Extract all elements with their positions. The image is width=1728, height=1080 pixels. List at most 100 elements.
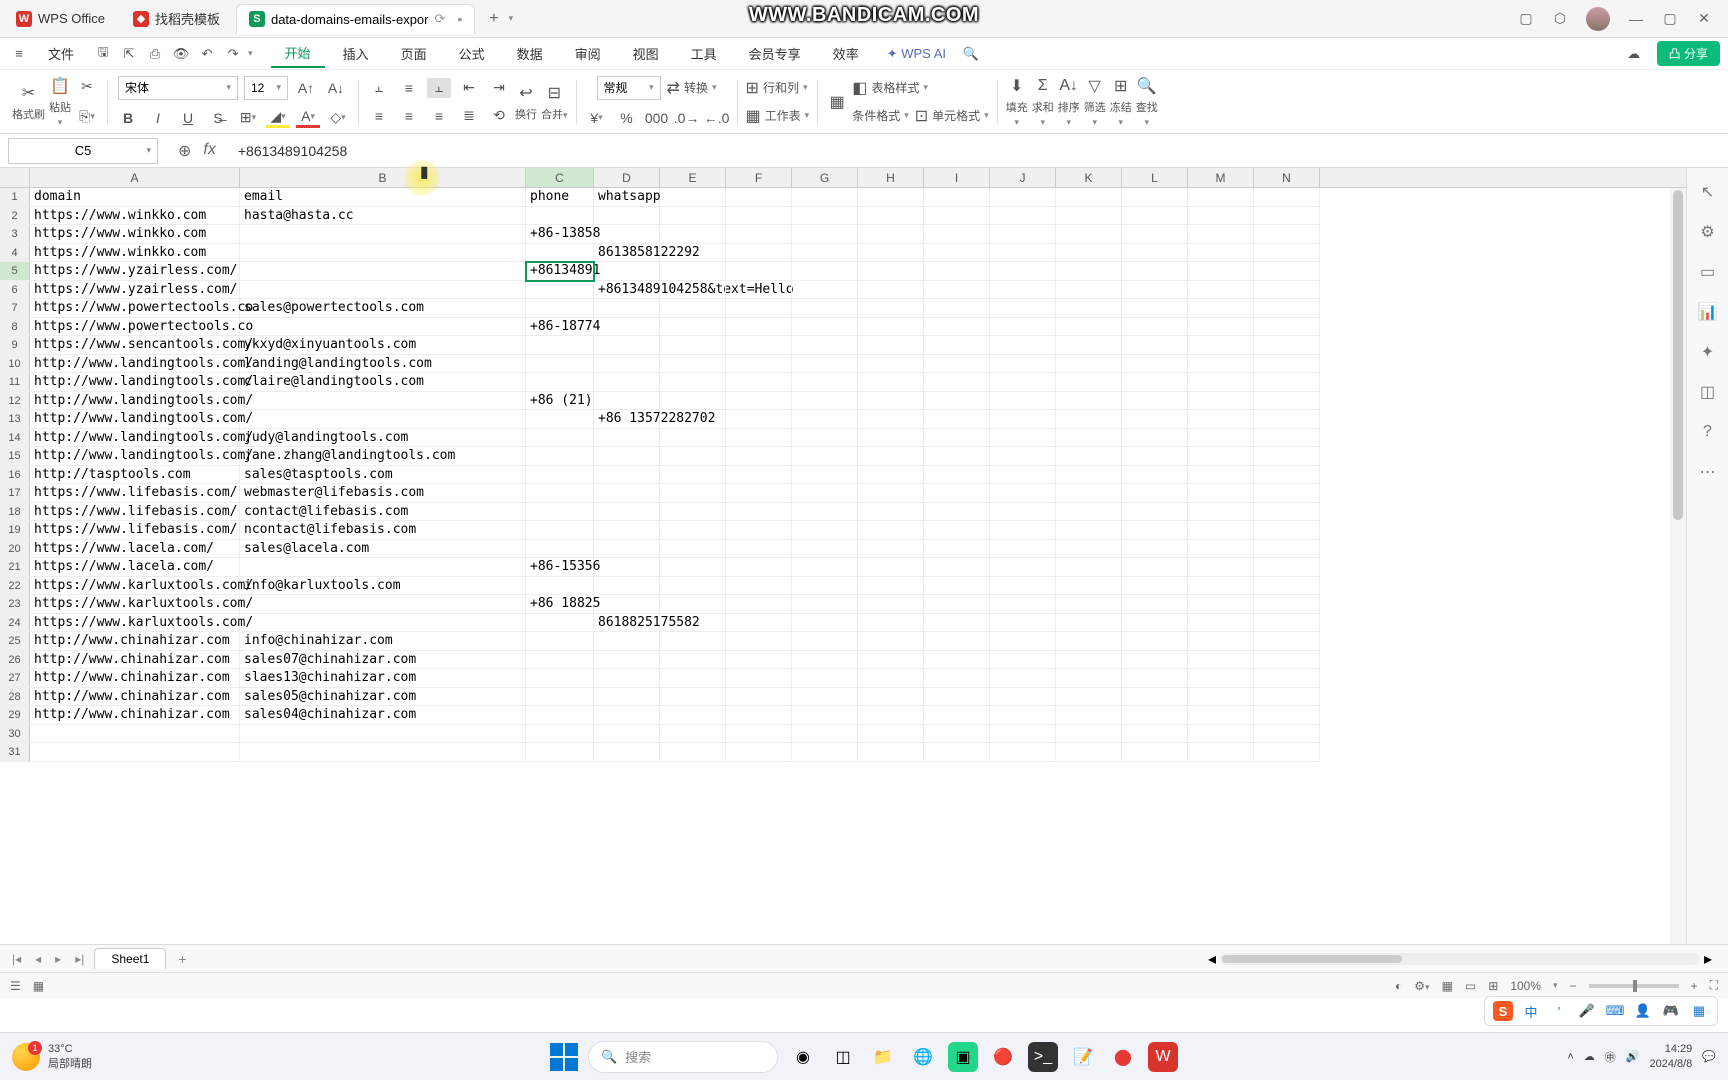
cell-L16[interactable] [1122,466,1188,485]
cell-E19[interactable] [660,521,726,540]
cell-F17[interactable] [726,484,792,503]
chart-panel-icon[interactable]: 📊 [1698,302,1718,322]
cell-D10[interactable] [594,355,660,374]
cell-H28[interactable] [858,688,924,707]
cell-format-button[interactable]: ⊡单元格式▾ [915,106,989,126]
column-header-F[interactable]: F [726,168,792,187]
cell-F23[interactable] [726,595,792,614]
cell-K27[interactable] [1056,669,1122,688]
cell-A12[interactable]: http://www.landingtools.com/ [30,392,240,411]
cell-F9[interactable] [726,336,792,355]
row-header[interactable]: 23 [0,595,30,614]
cell-F21[interactable] [726,558,792,577]
cell-B2[interactable]: hasta@hasta.cc [240,207,526,226]
cell-J6[interactable] [990,281,1056,300]
cell-J20[interactable] [990,540,1056,559]
cell-I22[interactable] [924,577,990,596]
cell-I28[interactable] [924,688,990,707]
cell-L9[interactable] [1122,336,1188,355]
ime-voice-icon[interactable]: 🎤 [1577,1001,1597,1021]
column-header-A[interactable]: A [30,168,240,187]
cell-J24[interactable] [990,614,1056,633]
pycharm-icon[interactable]: ▣ [948,1042,978,1072]
cell-N20[interactable] [1254,540,1320,559]
menu-member[interactable]: 会员专享 [735,40,815,67]
row-header[interactable]: 15 [0,447,30,466]
cell-H6[interactable] [858,281,924,300]
cell-J27[interactable] [990,669,1056,688]
cell-B11[interactable]: claire@landingtools.com [240,373,526,392]
cell-N7[interactable] [1254,299,1320,318]
freeze-button[interactable]: ⊞冻结▾ [1110,75,1132,128]
cell-J21[interactable] [990,558,1056,577]
cell-D31[interactable] [594,743,660,762]
cell-A10[interactable]: http://www.landingtools.com/ [30,355,240,374]
cell-A25[interactable]: http://www.chinahizar.com [30,632,240,651]
row-header[interactable]: 2 [0,207,30,226]
cell-B28[interactable]: sales05@chinahizar.com [240,688,526,707]
cell-A3[interactable]: https://www.winkko.com [30,225,240,244]
cell-H4[interactable] [858,244,924,263]
cell-F6[interactable] [726,281,792,300]
settings-icon[interactable]: ⚙▾ [1414,979,1429,993]
font-color-icon[interactable]: A▾ [296,108,320,128]
tray-chevron-icon[interactable]: ˄ [1567,1051,1573,1063]
cell-F5[interactable] [726,262,792,281]
cell-G26[interactable] [792,651,858,670]
help-icon[interactable]: ? [1698,422,1718,442]
cell-C29[interactable] [526,706,594,725]
cell-N5[interactable] [1254,262,1320,281]
sheet-last-icon[interactable]: ▸| [71,952,88,966]
table-style-button[interactable]: ◧表格样式▾ [852,78,928,98]
cell-C3[interactable]: +86-13858 [526,225,594,244]
cell-H3[interactable] [858,225,924,244]
cell-E27[interactable] [660,669,726,688]
sum-button[interactable]: Σ求和▾ [1032,75,1054,128]
cell-N19[interactable] [1254,521,1320,540]
cell-B23[interactable] [240,595,526,614]
cell-D11[interactable] [594,373,660,392]
cell-A5[interactable]: https://www.yzairless.com/ [30,262,240,281]
cell-K3[interactable] [1056,225,1122,244]
cell-B15[interactable]: jane.zhang@landingtools.com [240,447,526,466]
zoom-out-icon[interactable]: − [1570,979,1577,993]
cell-A18[interactable]: https://www.lifebasis.com/ [30,503,240,522]
cell-H7[interactable] [858,299,924,318]
cell-G29[interactable] [792,706,858,725]
worksheet-button[interactable]: ▦工作表▾ [746,106,810,126]
cell-H30[interactable] [858,725,924,744]
cell-K13[interactable] [1056,410,1122,429]
cell-L18[interactable] [1122,503,1188,522]
cell-K17[interactable] [1056,484,1122,503]
cell-J22[interactable] [990,577,1056,596]
cell-J18[interactable] [990,503,1056,522]
cell-I17[interactable] [924,484,990,503]
cell-I26[interactable] [924,651,990,670]
vertical-scrollbar[interactable] [1670,188,1686,944]
merge-button[interactable]: ⊟合并▾ [541,82,568,122]
search-icon[interactable]: 🔍 [960,43,982,65]
cell-L30[interactable] [1122,725,1188,744]
cell-N26[interactable] [1254,651,1320,670]
cell-K16[interactable] [1056,466,1122,485]
align-center-icon[interactable]: ≡ [397,106,421,126]
ime-lang-icon[interactable]: 中 [1521,1001,1541,1021]
cell-H24[interactable] [858,614,924,633]
cell-F14[interactable] [726,429,792,448]
ime-logo-icon[interactable]: S [1493,1001,1513,1021]
cell-K12[interactable] [1056,392,1122,411]
cell-K31[interactable] [1056,743,1122,762]
ime-game-icon[interactable]: 🎮 [1661,1001,1681,1021]
cell-F16[interactable] [726,466,792,485]
cell-I29[interactable] [924,706,990,725]
cell-M25[interactable] [1188,632,1254,651]
taskbar-search[interactable]: 🔍 搜索 [588,1041,778,1073]
cell-L27[interactable] [1122,669,1188,688]
cell-N14[interactable] [1254,429,1320,448]
cell-H18[interactable] [858,503,924,522]
cell-C14[interactable] [526,429,594,448]
cell-N4[interactable] [1254,244,1320,263]
edge-icon[interactable]: 🌐 [908,1042,938,1072]
cell-L5[interactable] [1122,262,1188,281]
cell-D12[interactable] [594,392,660,411]
